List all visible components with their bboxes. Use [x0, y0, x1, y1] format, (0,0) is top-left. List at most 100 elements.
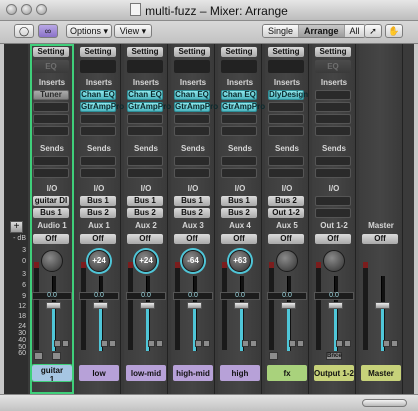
solo-button[interactable]: [297, 340, 304, 347]
volume-fader[interactable]: [375, 302, 390, 309]
input-button[interactable]: Bus 1: [174, 196, 210, 206]
channel-name[interactable]: high: [220, 365, 260, 381]
output-button[interactable]: Bus 1: [33, 208, 69, 218]
pan-knob[interactable]: +63: [229, 250, 251, 272]
send-slot-1[interactable]: [33, 156, 69, 166]
insert-slot-1[interactable]: Tuner: [33, 90, 69, 100]
solo-button[interactable]: [62, 340, 69, 347]
setting-button[interactable]: Setting: [127, 47, 163, 57]
channel-name[interactable]: high-mid: [173, 365, 213, 381]
setting-button[interactable]: Setting: [268, 47, 304, 57]
setting-button[interactable]: Setting: [80, 47, 116, 57]
channel-name[interactable]: low: [79, 365, 119, 381]
volume-value[interactable]: 0.0: [220, 292, 260, 300]
eq-button[interactable]: EQ: [315, 60, 351, 73]
insert-slot-3[interactable]: [33, 114, 69, 124]
link-button[interactable]: ∞: [38, 24, 58, 38]
options-menu[interactable]: Options ▾: [66, 24, 112, 38]
channel-name[interactable]: fx: [267, 365, 307, 381]
hand-tool-button[interactable]: ✋: [385, 24, 403, 38]
insert-slot-4[interactable]: [174, 126, 210, 136]
insert-slot-3[interactable]: [315, 114, 351, 124]
insert-slot-3[interactable]: [174, 114, 210, 124]
volume-value[interactable]: 0.0: [126, 292, 166, 300]
insert-slot-1[interactable]: [315, 90, 351, 100]
setting-button[interactable]: Setting: [33, 47, 69, 57]
automation-mode-button[interactable]: Off: [174, 234, 210, 244]
view-mode-all[interactable]: All: [344, 25, 365, 37]
setting-button[interactable]: Setting: [221, 47, 257, 57]
volume-fader[interactable]: [93, 302, 108, 309]
bounce-button[interactable]: Bnce: [326, 352, 342, 360]
volume-fader[interactable]: [46, 302, 61, 309]
eq-button[interactable]: EQ: [33, 60, 69, 73]
solo-button[interactable]: [391, 340, 398, 347]
mute-button[interactable]: [289, 340, 296, 347]
toggle-panel-button[interactable]: ◯: [14, 24, 34, 38]
send-slot-1[interactable]: [221, 156, 257, 166]
volume-fader[interactable]: [187, 302, 202, 309]
insert-slot-4[interactable]: [127, 126, 163, 136]
send-slot-1[interactable]: [315, 156, 351, 166]
insert-slot-2[interactable]: [315, 102, 351, 112]
mute-button[interactable]: [54, 340, 61, 347]
mute-button[interactable]: [195, 340, 202, 347]
eq-thumbnail[interactable]: [127, 60, 163, 73]
insert-slot-3[interactable]: [221, 114, 257, 124]
mute-button[interactable]: [383, 340, 390, 347]
insert-slot-2[interactable]: GtrAmpPro: [174, 102, 218, 112]
eq-thumbnail[interactable]: [174, 60, 210, 73]
solo-button[interactable]: [344, 340, 351, 347]
view-mode-single[interactable]: Single: [263, 25, 300, 37]
output-button[interactable]: Bus 2: [221, 208, 257, 218]
volume-fader[interactable]: [140, 302, 155, 309]
setting-button[interactable]: Setting: [174, 47, 210, 57]
volume-value[interactable]: 0.0: [32, 292, 72, 300]
insert-slot-2[interactable]: GtrAmpPro: [80, 102, 124, 112]
pan-knob[interactable]: [41, 250, 63, 272]
send-slot-2[interactable]: [315, 168, 351, 178]
solo-button[interactable]: [203, 340, 210, 347]
send-slot-1[interactable]: [127, 156, 163, 166]
insert-slot-2[interactable]: [33, 102, 69, 112]
volume-value[interactable]: 0.0: [314, 292, 354, 300]
setting-button[interactable]: Setting: [315, 47, 351, 57]
pointer-tool-button[interactable]: ➚: [364, 24, 382, 38]
insert-slot-4[interactable]: [33, 126, 69, 136]
automation-mode-button[interactable]: Off: [80, 234, 116, 244]
output-button[interactable]: Bus 2: [127, 208, 163, 218]
automation-mode-button[interactable]: Off: [362, 234, 398, 244]
insert-slot-4[interactable]: [80, 126, 116, 136]
send-slot-1[interactable]: [80, 156, 116, 166]
volume-value[interactable]: 0.0: [173, 292, 213, 300]
eq-thumbnail[interactable]: [221, 60, 257, 73]
channel-name[interactable]: guitar 1: [31, 364, 73, 384]
insert-slot-4[interactable]: [268, 126, 304, 136]
insert-slot-2[interactable]: GtrAmpPro: [221, 102, 265, 112]
send-slot-2[interactable]: [174, 168, 210, 178]
insert-slot-1[interactable]: Chan EQ: [80, 90, 116, 100]
insert-slot-2[interactable]: GtrAmpPro: [127, 102, 171, 112]
automation-mode-button[interactable]: Off: [33, 234, 69, 244]
solo-button[interactable]: [109, 340, 116, 347]
input-button[interactable]: Bus 2: [268, 196, 304, 206]
input-button[interactable]: Bus 1: [127, 196, 163, 206]
volume-value[interactable]: 0.0: [267, 292, 307, 300]
channel-name[interactable]: Output 1-2: [314, 365, 354, 381]
insert-slot-3[interactable]: [80, 114, 116, 124]
input-monitor-button[interactable]: [34, 352, 43, 360]
input-button[interactable]: Bus 1: [80, 196, 116, 206]
mute-button[interactable]: [148, 340, 155, 347]
view-menu[interactable]: View ▾: [114, 24, 152, 38]
pan-knob[interactable]: -64: [182, 250, 204, 272]
volume-fader[interactable]: [328, 302, 343, 309]
add-channel-button[interactable]: +: [10, 221, 23, 233]
insert-slot-3[interactable]: [127, 114, 163, 124]
send-slot-2[interactable]: [80, 168, 116, 178]
pan-knob[interactable]: +24: [135, 250, 157, 272]
pan-knob[interactable]: [323, 250, 345, 272]
input-slot[interactable]: [315, 196, 351, 206]
horizontal-scrollbar[interactable]: [362, 399, 407, 407]
input-button[interactable]: guitar DI: [33, 196, 69, 206]
insert-slot-1[interactable]: Chan EQ: [127, 90, 163, 100]
